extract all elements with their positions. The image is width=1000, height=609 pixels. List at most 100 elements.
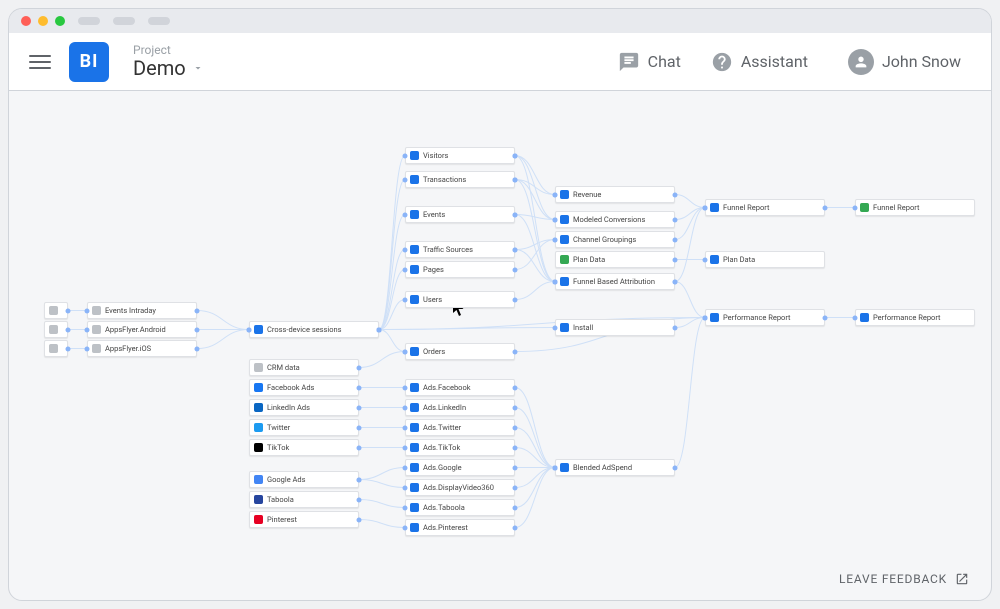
connection-port[interactable] (195, 346, 200, 351)
project-switcher[interactable]: Project Demo (133, 44, 204, 79)
connection-port[interactable] (513, 465, 518, 470)
connection-port[interactable] (673, 325, 678, 330)
connection-port[interactable] (853, 315, 858, 320)
assistant-button[interactable]: Assistant (701, 51, 818, 73)
connection-port[interactable] (403, 445, 408, 450)
connection-port[interactable] (403, 247, 408, 252)
connection-port[interactable] (553, 192, 558, 197)
connection-port[interactable] (553, 465, 558, 470)
connection-port[interactable] (85, 346, 90, 351)
leave-feedback-button[interactable]: LEAVE FEEDBACK (839, 572, 969, 586)
connection-port[interactable] (513, 267, 518, 272)
connection-port[interactable] (513, 177, 518, 182)
connection-port[interactable] (247, 327, 252, 332)
node-c0b[interactable] (44, 321, 68, 338)
connection-port[interactable] (673, 257, 678, 262)
connection-port[interactable] (513, 525, 518, 530)
node-ord[interactable]: Orders (405, 343, 515, 360)
connection-port[interactable] (357, 405, 362, 410)
connection-port[interactable] (377, 327, 382, 332)
node-apn[interactable]: Ads.Pinterest (405, 519, 515, 536)
node-afi[interactable]: AppsFlyer.iOS (87, 340, 197, 357)
connection-port[interactable] (403, 505, 408, 510)
connection-port[interactable] (673, 279, 678, 284)
connection-port[interactable] (513, 425, 518, 430)
maximize-window-icon[interactable] (55, 16, 65, 26)
node-ei[interactable]: Events Intraday (87, 302, 197, 319)
connection-port[interactable] (853, 205, 858, 210)
node-pd[interactable]: Plan Data (555, 251, 675, 268)
node-fr2[interactable]: Funnel Report (855, 199, 975, 216)
node-ago[interactable]: Ads.Google (405, 459, 515, 476)
connection-port[interactable] (403, 349, 408, 354)
connection-port[interactable] (703, 257, 708, 262)
connection-port[interactable] (513, 485, 518, 490)
node-li[interactable]: LinkedIn Ads (249, 399, 359, 416)
node-c0c[interactable] (44, 340, 68, 357)
connection-port[interactable] (66, 327, 71, 332)
connection-port[interactable] (403, 267, 408, 272)
connection-port[interactable] (66, 308, 71, 313)
node-tra[interactable]: Transactions (405, 171, 515, 188)
node-cg[interactable]: Channel Groupings (555, 231, 675, 248)
node-bas[interactable]: Blended AdSpend (555, 459, 675, 476)
connection-port[interactable] (673, 237, 678, 242)
connection-port[interactable] (66, 346, 71, 351)
node-tt[interactable]: TikTok (249, 439, 359, 456)
connection-port[interactable] (357, 445, 362, 450)
user-menu[interactable]: John Snow (838, 49, 971, 75)
node-ali[interactable]: Ads.LinkedIn (405, 399, 515, 416)
connection-port[interactable] (357, 425, 362, 430)
node-c0a[interactable] (44, 302, 68, 319)
connection-port[interactable] (403, 177, 408, 182)
node-ts[interactable]: Traffic Sources (405, 241, 515, 258)
connection-port[interactable] (553, 325, 558, 330)
node-ins[interactable]: Install (555, 319, 675, 336)
connection-port[interactable] (823, 205, 828, 210)
node-xds[interactable]: Cross-device sessions (249, 321, 379, 338)
node-pd2[interactable]: Plan Data (705, 251, 825, 268)
node-pr[interactable]: Performance Report (705, 309, 825, 326)
connection-port[interactable] (513, 297, 518, 302)
node-pn[interactable]: Pinterest (249, 511, 359, 528)
connection-port[interactable] (403, 465, 408, 470)
node-evt[interactable]: Events (405, 206, 515, 223)
connection-port[interactable] (513, 505, 518, 510)
connection-port[interactable] (703, 315, 708, 320)
connection-port[interactable] (85, 327, 90, 332)
node-fba[interactable]: Funnel Based Attribution (555, 273, 675, 290)
node-att[interactable]: Ads.TikTok (405, 439, 515, 456)
connection-port[interactable] (195, 327, 200, 332)
node-atw[interactable]: Ads.Twitter (405, 419, 515, 436)
node-ga[interactable]: Google Ads (249, 471, 359, 488)
node-atb[interactable]: Ads.Taboola (405, 499, 515, 516)
connection-port[interactable] (553, 279, 558, 284)
connection-port[interactable] (403, 405, 408, 410)
connection-port[interactable] (673, 192, 678, 197)
connection-port[interactable] (85, 308, 90, 313)
connection-port[interactable] (513, 212, 518, 217)
connection-port[interactable] (513, 153, 518, 158)
node-pg[interactable]: Pages (405, 261, 515, 278)
node-fr[interactable]: Funnel Report (705, 199, 825, 216)
node-pr2[interactable]: Performance Report (855, 309, 975, 326)
connection-port[interactable] (673, 217, 678, 222)
pipeline-canvas[interactable]: LEAVE FEEDBACK Events Intraday AppsFlyer.… (9, 91, 991, 600)
connection-port[interactable] (553, 217, 558, 222)
connection-port[interactable] (403, 525, 408, 530)
node-tb[interactable]: Taboola (249, 491, 359, 508)
node-vis[interactable]: Visitors (405, 147, 515, 164)
connection-port[interactable] (513, 445, 518, 450)
node-crm[interactable]: CRM data (249, 359, 359, 376)
connection-port[interactable] (673, 465, 678, 470)
connection-port[interactable] (403, 485, 408, 490)
connection-port[interactable] (357, 517, 362, 522)
close-window-icon[interactable] (21, 16, 31, 26)
connection-port[interactable] (703, 205, 708, 210)
connection-port[interactable] (513, 385, 518, 390)
connection-port[interactable] (357, 477, 362, 482)
node-rev[interactable]: Revenue (555, 186, 675, 203)
connection-port[interactable] (403, 385, 408, 390)
node-fb[interactable]: Facebook Ads (249, 379, 359, 396)
connection-port[interactable] (403, 297, 408, 302)
